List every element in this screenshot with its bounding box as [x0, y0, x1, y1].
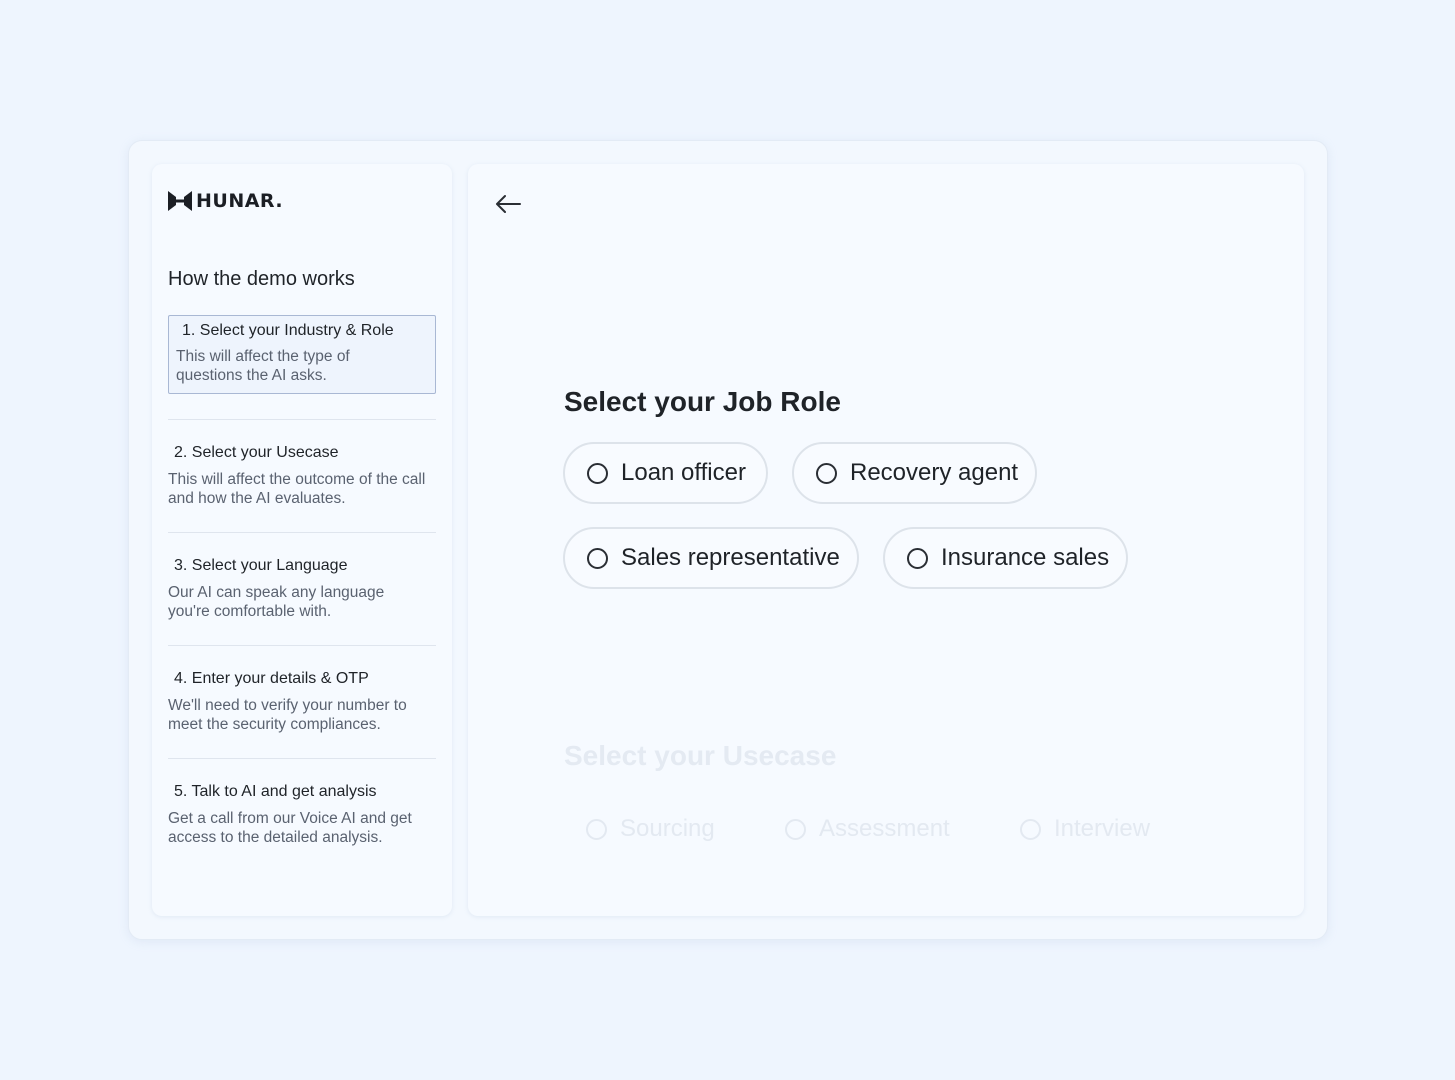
step-title: 5. Talk to AI and get analysis [174, 783, 377, 800]
arrow-left-icon [496, 195, 521, 213]
usecase-option-assessment[interactable]: Assessment [785, 815, 950, 843]
option-label: Assessment [819, 815, 950, 842]
radio-unchecked-icon [907, 547, 928, 569]
brand-name: HUNAR. [196, 190, 284, 212]
main-panel: Select your Job Role Loan officer Recove… [468, 164, 1304, 916]
radio-unchecked-icon [587, 462, 608, 484]
radio-unchecked-icon [587, 547, 608, 569]
back-button[interactable] [492, 188, 524, 220]
option-label: Interview [1054, 815, 1151, 842]
brand-logo: HUNAR. [168, 190, 283, 212]
step-divider [168, 532, 436, 533]
step-divider [168, 758, 436, 759]
step-description: Get a call from our Voice AI and get acc… [168, 810, 412, 846]
usecase-option-sourcing[interactable]: Sourcing [586, 815, 715, 843]
step-description: Our AI can speak any language you're com… [168, 584, 385, 620]
job-role-option-sales-representative[interactable]: Sales representative [563, 527, 859, 589]
job-role-option-recovery-agent[interactable]: Recovery agent [792, 442, 1037, 504]
sidebar-title: How the demo works [168, 268, 355, 290]
radio-unchecked-icon [586, 818, 607, 840]
option-label: Sourcing [620, 815, 715, 842]
step-divider [168, 645, 436, 646]
step-description: This will affect the outcome of the call… [168, 471, 426, 507]
job-role-option-loan-officer[interactable]: Loan officer [563, 442, 768, 504]
step-1[interactable]: 1. Select your Industry & Role This will… [168, 315, 436, 394]
option-label: Insurance sales [941, 544, 1110, 571]
sidebar: HUNAR. How the demo works 1. Select your… [152, 164, 452, 916]
job-role-option-insurance-sales[interactable]: Insurance sales [883, 527, 1128, 589]
hunar-logo-icon [168, 191, 192, 211]
step-title: 2. Select your Usecase [174, 444, 339, 461]
radio-unchecked-icon [816, 462, 837, 484]
job-role-title: Select your Job Role [564, 386, 841, 417]
step-title: 4. Enter your details & OTP [174, 670, 369, 687]
step-title: 1. Select your Industry & Role [182, 322, 394, 339]
step-2[interactable]: 2. Select your Usecase This will affect … [168, 444, 436, 508]
step-divider [168, 419, 436, 420]
step-title: 3. Select your Language [174, 557, 348, 574]
option-label: Sales representative [621, 544, 840, 571]
step-description: This will affect the type of questions t… [176, 348, 350, 384]
usecase-title: Select your Usecase [564, 740, 837, 771]
step-5[interactable]: 5. Talk to AI and get analysis Get a cal… [168, 783, 436, 847]
step-3[interactable]: 3. Select your Language Our AI can speak… [168, 557, 436, 621]
step-4[interactable]: 4. Enter your details & OTP We'll need t… [168, 670, 436, 734]
usecase-option-interview[interactable]: Interview [1020, 815, 1150, 843]
radio-unchecked-icon [1020, 818, 1041, 840]
option-label: Recovery agent [850, 459, 1019, 486]
radio-unchecked-icon [785, 818, 806, 840]
option-label: Loan officer [621, 459, 746, 486]
step-description: We'll need to verify your number to meet… [168, 697, 407, 733]
